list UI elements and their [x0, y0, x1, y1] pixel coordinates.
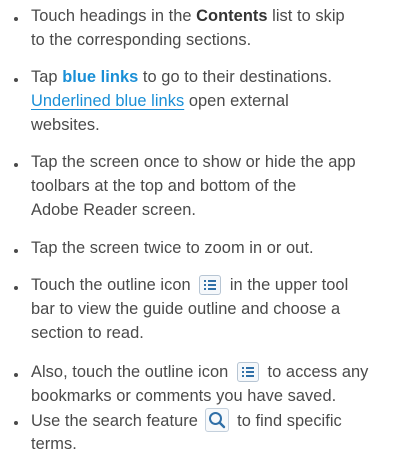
blue-links-link[interactable]: blue links — [62, 68, 138, 86]
text-run: bookmarks or comments you have saved. — [31, 387, 337, 405]
list-item-text: Touch headings in the Contents list to s… — [31, 4, 401, 52]
text-run: Tap the screen once to show or hide the … — [31, 153, 356, 171]
text-run: Also, touch the outline icon — [31, 363, 233, 381]
outline-list-icon-glyph — [241, 367, 254, 377]
text-run: Use the search feature — [31, 412, 203, 430]
underlined-blue-links-link[interactable]: Underlined blue links — [31, 92, 184, 110]
outline-list-icon-glyph — [204, 280, 217, 290]
contents-label: Contents — [196, 7, 268, 25]
bullet — [14, 421, 18, 425]
outline-list-icon[interactable] — [199, 275, 222, 295]
text-run: websites. — [31, 116, 100, 134]
bullet — [14, 163, 18, 167]
outline-list-icon[interactable] — [236, 362, 259, 382]
list-item-text: Tap the screen once to show or hide the … — [31, 150, 401, 222]
list-item-text: Tap the screen twice to zoom in or out. — [31, 236, 401, 260]
list-item-text: Touch the outline icon in the upper tool… — [31, 273, 401, 345]
text-run: to find specific — [232, 412, 342, 430]
bullet — [14, 78, 18, 82]
bullet — [14, 286, 18, 290]
text-run: to go to their destinations. — [138, 68, 333, 86]
list-item-text: Use the search feature to find specific … — [31, 408, 401, 456]
text-run: terms. — [31, 435, 77, 453]
text-run: Tap — [31, 68, 63, 86]
bullet — [14, 373, 18, 377]
text-run: Touch headings in the — [31, 7, 197, 25]
search-icon-glyph — [208, 412, 225, 429]
text-run: in the upper tool — [225, 276, 349, 294]
text-run: to access any — [262, 363, 369, 381]
text-run: to the corresponding sections. — [31, 31, 252, 49]
bullet — [14, 17, 18, 21]
text-run: toolbars at the top and bottom of the — [31, 177, 297, 195]
text-run: Adobe Reader screen. — [31, 201, 197, 219]
text-run: open external — [184, 92, 289, 110]
text-run: Tap the screen twice to zoom in or out. — [31, 239, 314, 257]
text-run: bar to view the guide outline and choose… — [31, 300, 341, 318]
list-item-text: Tap blue links to go to their destinatio… — [31, 65, 401, 137]
text-run: list to skip — [267, 7, 345, 25]
text-run: Touch the outline icon — [31, 276, 196, 294]
bullet — [14, 249, 18, 253]
list-item-text: Also, touch the outline icon to access a… — [31, 360, 401, 408]
search-icon[interactable] — [204, 408, 229, 432]
text-run: section to read. — [31, 324, 144, 342]
